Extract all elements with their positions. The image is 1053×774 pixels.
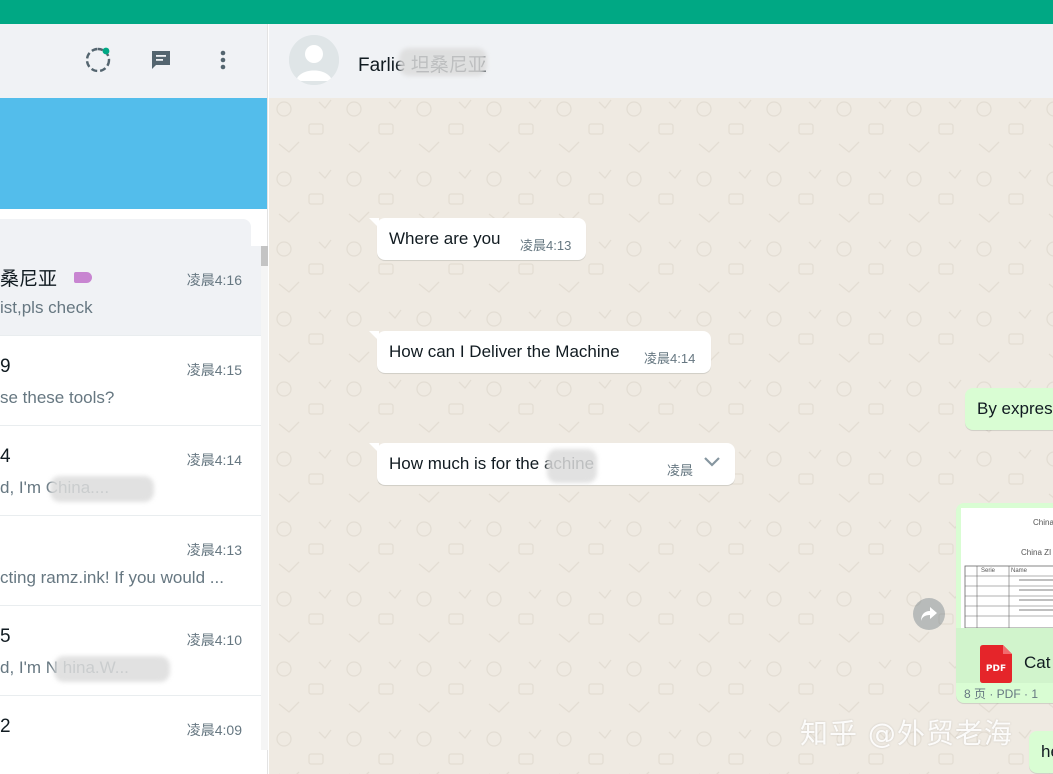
document-name: Cat bbox=[1024, 653, 1051, 672]
chat-time: 凌晨4:15 bbox=[186, 362, 242, 378]
document-meta: 8 页 · PDF · 1 bbox=[964, 687, 1039, 701]
incoming-message[interactable]: Where are you 凌晨4:13 bbox=[369, 218, 586, 260]
document-message[interactable]: China China ZI Serie Name PDF Cat 8 页 · … bbox=[956, 503, 1053, 703]
message-text: How can I Deliver the Machine bbox=[389, 342, 620, 361]
incoming-message[interactable]: How can I Deliver the Machine 凌晨4:14 bbox=[369, 331, 711, 373]
avatar[interactable] bbox=[289, 35, 339, 85]
incoming-message[interactable]: How much is for the achine 凌晨 bbox=[369, 443, 735, 485]
left-header bbox=[0, 24, 267, 98]
bubble-tail bbox=[369, 218, 379, 228]
chevron-down-icon[interactable] bbox=[703, 455, 721, 473]
chat-item[interactable]: 凌晨4:13 cting ramz.ink! If you would ... bbox=[0, 516, 261, 606]
chat-name: 2 bbox=[0, 716, 11, 737]
chat-list-scrollbar[interactable] bbox=[261, 246, 268, 750]
chat-time: 凌晨4:10 bbox=[186, 632, 242, 648]
scrollbar-thumb[interactable] bbox=[261, 246, 268, 266]
chat-item[interactable]: 5 凌晨4:10 d, I'm N hina.W... bbox=[0, 606, 261, 696]
label-tag-icon bbox=[74, 272, 92, 283]
chat-preview: se these tools? bbox=[0, 388, 115, 407]
bubble-tail bbox=[369, 331, 379, 341]
message-time: 凌晨4:13 bbox=[520, 238, 572, 253]
watermark: 知乎 @外贸老海 bbox=[800, 717, 1013, 750]
pdf-icon: PDF bbox=[980, 645, 1012, 688]
chat-time: 凌晨4:09 bbox=[186, 722, 242, 738]
redaction-blur bbox=[399, 48, 487, 76]
outgoing-message[interactable]: he bbox=[1029, 731, 1053, 773]
message-time: 凌晨4:14 bbox=[644, 351, 696, 366]
conversation-panel: Farlie 坦桑尼亚 Where are you 凌晨4:13 How can… bbox=[269, 24, 1053, 774]
chat-list: 桑尼亚 凌晨4:16 ist,pls check 9 凌晨4:15 se the… bbox=[0, 246, 261, 774]
redaction-blur bbox=[547, 449, 597, 483]
chat-preview: ist,pls check bbox=[0, 298, 93, 317]
message-text: By express bbox=[977, 399, 1053, 418]
chat-name: 桑尼亚 bbox=[0, 269, 58, 290]
notification-banner[interactable] bbox=[0, 98, 267, 209]
status-icon[interactable] bbox=[84, 46, 112, 74]
redaction-blur bbox=[54, 656, 170, 682]
chat-wallpaper bbox=[269, 24, 1053, 774]
chat-name: 5 bbox=[0, 626, 11, 647]
document-footer[interactable]: PDF Cat bbox=[956, 628, 1053, 683]
preview-table bbox=[964, 565, 1053, 628]
preview-column: Name bbox=[1011, 568, 1028, 574]
redaction-blur bbox=[50, 476, 154, 502]
document-preview[interactable]: China China ZI Serie Name bbox=[961, 508, 1053, 628]
pdf-icon-label: PDF bbox=[986, 664, 1006, 674]
message-time: 凌晨 bbox=[667, 463, 694, 478]
chat-item[interactable]: 桑尼亚 凌晨4:16 ist,pls check bbox=[0, 246, 261, 336]
chat-name: 4 bbox=[0, 446, 11, 467]
chat-time: 凌晨4:14 bbox=[186, 452, 242, 468]
chat-preview: cting ramz.ink! If you would ... bbox=[0, 568, 224, 587]
menu-icon[interactable] bbox=[209, 46, 237, 74]
top-band bbox=[0, 0, 1053, 24]
chat-item[interactable]: 4 凌晨4:14 d, I'm China.... bbox=[0, 426, 261, 516]
message-text: Where are you bbox=[389, 229, 501, 248]
forward-icon[interactable] bbox=[913, 598, 945, 630]
outgoing-message[interactable]: By express bbox=[965, 388, 1053, 430]
preview-column: Serie bbox=[981, 568, 996, 574]
new-chat-icon[interactable] bbox=[147, 46, 175, 74]
chat-name: 9 bbox=[0, 356, 11, 377]
bubble-tail bbox=[369, 443, 379, 453]
chat-item[interactable]: 9 凌晨4:15 se these tools? bbox=[0, 336, 261, 426]
conversation-header[interactable]: Farlie 坦桑尼亚 bbox=[269, 24, 1053, 98]
chat-time: 凌晨4:13 bbox=[186, 542, 242, 558]
chat-time: 凌晨4:16 bbox=[186, 272, 242, 288]
chat-item[interactable]: 2 凌晨4:09 bbox=[0, 696, 261, 774]
message-text: he bbox=[1041, 742, 1053, 761]
